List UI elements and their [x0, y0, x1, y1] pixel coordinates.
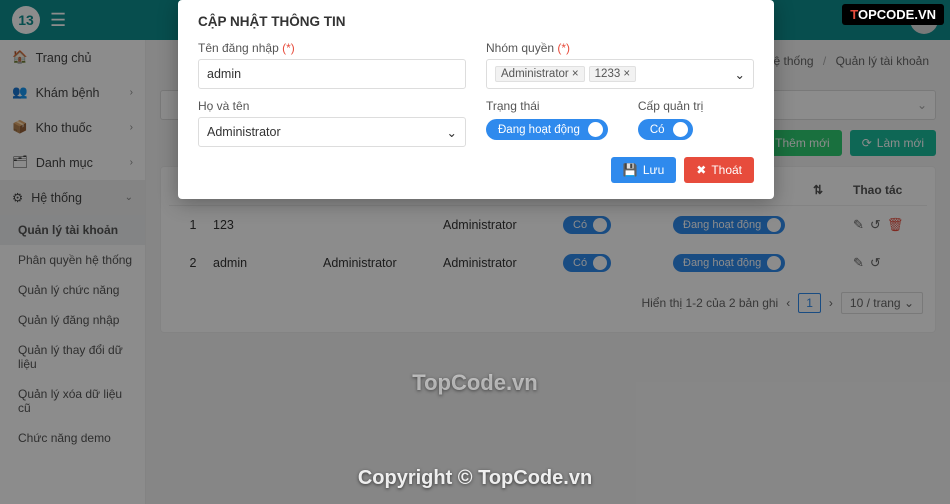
toggle-admin[interactable]: Có [638, 119, 693, 140]
save-button[interactable]: 💾Lưu [611, 157, 676, 183]
label-username: Tên đăng nhập (*) [198, 41, 466, 55]
tag-role[interactable]: Administrator × [495, 66, 585, 82]
tag-role[interactable]: 1233 × [589, 66, 637, 82]
label-role: Nhóm quyền (*) [486, 41, 754, 55]
label-status: Trạng thái [486, 99, 608, 113]
exit-button[interactable]: ✖Thoát [684, 157, 754, 183]
input-fullname[interactable]: Administrator⌄ [198, 117, 466, 147]
brand-badge: TOPCODE.VN [842, 4, 944, 25]
chevron-down-icon: ⌄ [735, 67, 745, 82]
toggle-status[interactable]: Đang hoạt động [486, 119, 608, 140]
label-admin: Cấp quản trị [638, 99, 703, 113]
input-role[interactable]: Administrator ×1233 × ⌄ [486, 59, 754, 89]
chevron-down-icon: ⌄ [447, 125, 457, 140]
save-icon: 💾 [623, 163, 638, 177]
label-fullname: Họ và tên [198, 99, 466, 113]
update-modal: CẬP NHẬT THÔNG TIN Tên đăng nhập (*) adm… [178, 0, 774, 199]
input-username[interactable]: admin [198, 59, 466, 89]
watermark-copyright: Copyright © TopCode.vn [358, 467, 592, 490]
modal-title: CẬP NHẬT THÔNG TIN [198, 14, 754, 29]
watermark: TopCode.vn [412, 370, 537, 396]
close-icon: ✖ [696, 163, 706, 177]
